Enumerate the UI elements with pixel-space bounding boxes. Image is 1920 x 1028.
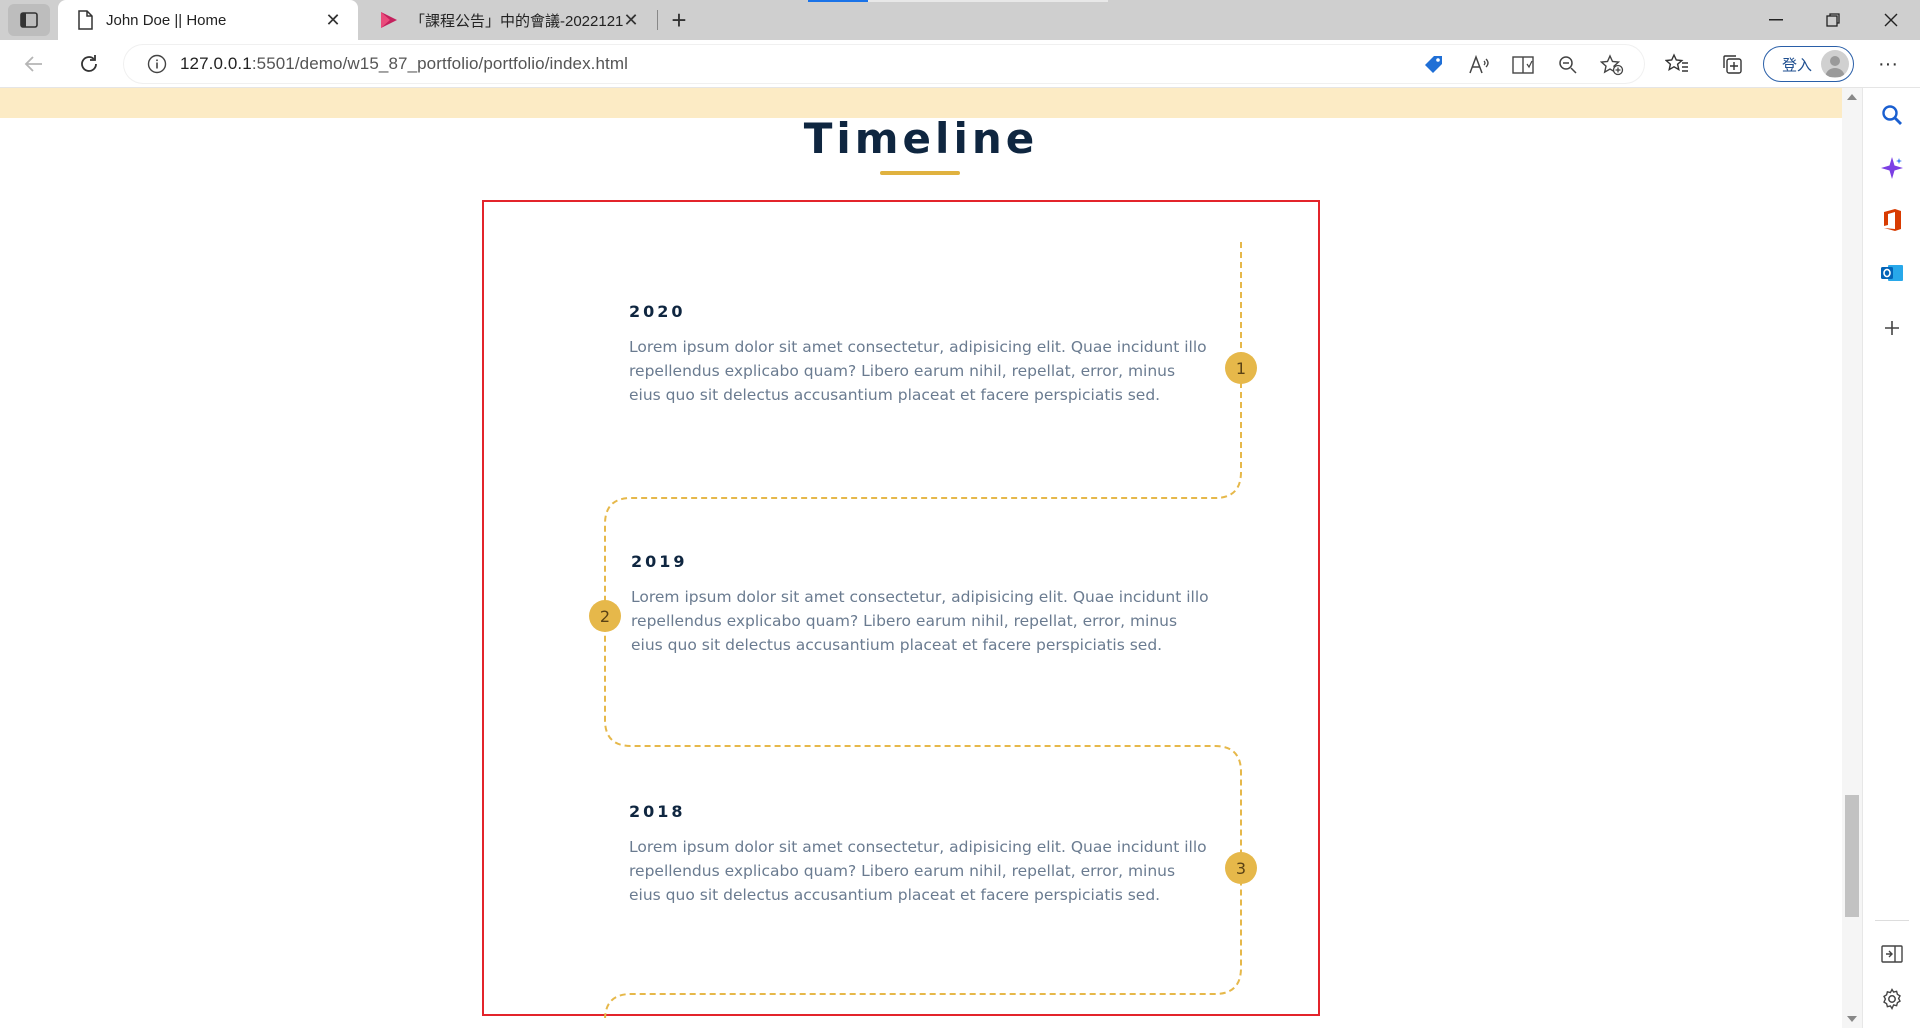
back-arrow-icon: [24, 56, 42, 72]
restore-icon: [1826, 13, 1840, 27]
new-tab-button[interactable]: +: [664, 5, 694, 35]
loading-indicator: [808, 0, 1108, 2]
search-icon[interactable]: [1875, 98, 1909, 132]
outlook-icon[interactable]: [1875, 256, 1909, 290]
tab-john-doe-home[interactable]: John Doe || Home ✕: [58, 0, 358, 40]
collections-button[interactable]: [1715, 48, 1749, 80]
add-icon[interactable]: [1875, 311, 1909, 345]
tab-title: John Doe || Home: [106, 11, 227, 29]
scrollbar-thumb[interactable]: [1845, 795, 1859, 917]
url-text: 127.0.0.1:5501/demo/w15_87_portfolio/por…: [180, 54, 628, 74]
tab-actions-icon: [20, 12, 38, 28]
tab-course-announcement[interactable]: 「課程公告」中的會議-2022121 ✕: [362, 0, 656, 40]
sign-in-button[interactable]: 登入: [1763, 46, 1854, 82]
timeline-year: 2018: [629, 802, 686, 821]
tab-actions-button[interactable]: [8, 4, 50, 36]
timeline-text: Lorem ipsum dolor sit amet consectetur, …: [629, 838, 1207, 904]
scroll-down-arrow-icon[interactable]: [1847, 1016, 1857, 1022]
favorites-button[interactable]: [1660, 48, 1694, 80]
sign-in-label: 登入: [1782, 56, 1813, 74]
avatar: [1821, 50, 1849, 78]
close-tab-icon[interactable]: ✕: [322, 9, 344, 31]
timeline-item: 2020 Lorem ipsum dolor sit amet consecte…: [629, 302, 1209, 407]
stream-play-icon: [378, 9, 400, 31]
address-bar: 127.0.0.1:5501/demo/w15_87_portfolio/por…: [0, 40, 1920, 88]
settings-and-more-button[interactable]: ···: [1868, 48, 1908, 80]
timeline-item: 2018 Lorem ipsum dolor sit amet consecte…: [629, 802, 1209, 907]
close-tab-icon[interactable]: ✕: [620, 9, 642, 31]
page-icon: [74, 9, 96, 31]
minimize-icon: [1769, 19, 1783, 21]
scroll-up-arrow-icon[interactable]: [1847, 94, 1857, 100]
title-underline: [880, 171, 960, 175]
tab-bar: John Doe || Home ✕ 「課程公告」中的會議-2022121 ✕ …: [0, 0, 1920, 40]
close-window-button[interactable]: [1864, 0, 1918, 40]
refresh-button[interactable]: [73, 48, 105, 80]
sidebar-divider: [1875, 920, 1909, 921]
page-title: Timeline: [803, 114, 1039, 163]
timeline-text: Lorem ipsum dolor sit amet consectetur, …: [631, 588, 1209, 654]
tab-title: 「課程公告」中的會議-2022121: [410, 12, 624, 30]
page-viewport: Timeline 2020 Lorem ipsum dolor sit amet…: [0, 88, 1842, 1028]
timeline-year: 2020: [629, 302, 686, 321]
timeline-item: 2019 Lorem ipsum dolor sit amet consecte…: [631, 552, 1211, 657]
timeline-badge: 1: [1225, 352, 1257, 384]
timeline-badge: 3: [1225, 852, 1257, 884]
edge-sidebar: [1862, 88, 1920, 1028]
immersive-reader-icon[interactable]: [1510, 53, 1538, 77]
url-path: :5501/demo/w15_87_portfolio/portfolio/in…: [251, 54, 629, 73]
copilot-icon[interactable]: [1875, 151, 1909, 185]
refresh-icon: [81, 55, 97, 72]
shopping-tag-icon[interactable]: [1420, 53, 1448, 77]
timeline-container: 2020 Lorem ipsum dolor sit amet consecte…: [482, 200, 1320, 1018]
favorites-icon: [1665, 53, 1688, 72]
url-host: 127.0.0.1: [180, 54, 252, 73]
read-aloud-icon[interactable]: [1465, 53, 1493, 77]
office-icon[interactable]: [1875, 203, 1909, 237]
close-icon: [1884, 13, 1898, 27]
page-scrollbar[interactable]: [1842, 88, 1862, 1028]
timeline-badge: 2: [589, 600, 621, 632]
timeline-text: Lorem ipsum dolor sit amet consectetur, …: [629, 338, 1207, 404]
split-screen-icon[interactable]: [1875, 937, 1909, 971]
collections-icon: [1723, 55, 1742, 74]
restore-button[interactable]: [1806, 0, 1860, 40]
settings-icon[interactable]: [1875, 982, 1909, 1016]
timeline-year: 2019: [631, 552, 688, 571]
tab-separator: [657, 10, 658, 30]
url-bar[interactable]: 127.0.0.1:5501/demo/w15_87_portfolio/por…: [124, 45, 1644, 83]
back-button[interactable]: [18, 48, 50, 80]
add-favorite-icon[interactable]: [1598, 53, 1626, 77]
zoom-out-icon[interactable]: [1554, 53, 1582, 77]
minimize-button[interactable]: [1749, 0, 1803, 40]
site-info-icon[interactable]: [146, 53, 168, 75]
